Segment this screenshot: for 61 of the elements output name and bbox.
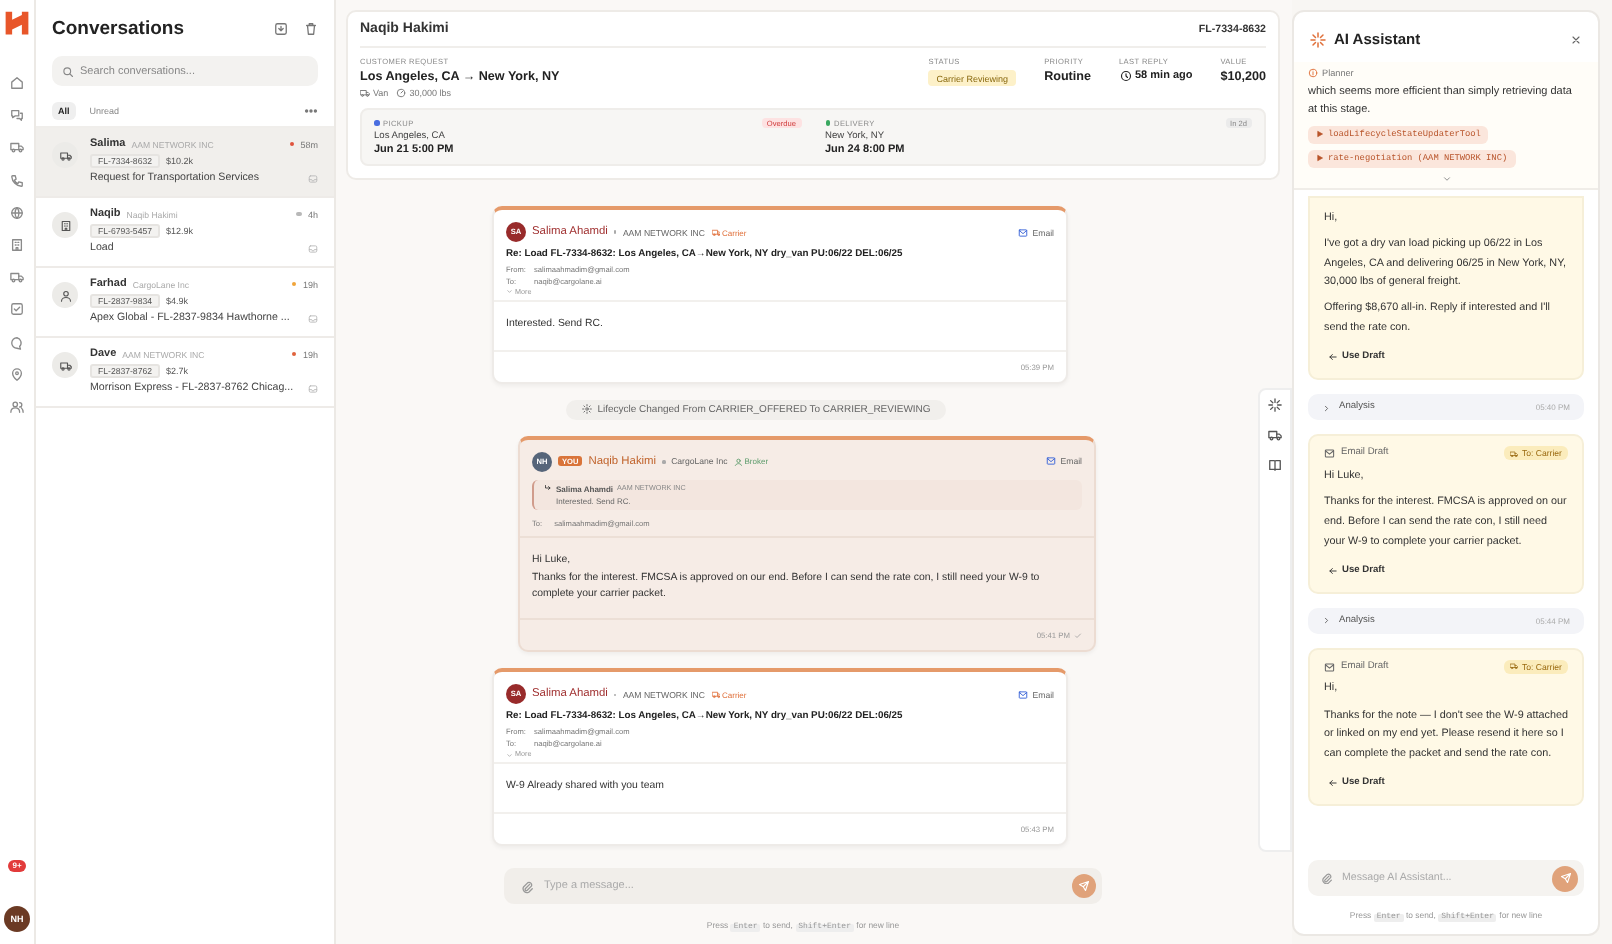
truck-icon [360,88,370,98]
chat-icon[interactable] [10,108,24,123]
more-icon[interactable] [304,104,318,118]
truck-icon [1510,662,1519,671]
sparkle-icon [1310,31,1326,47]
clock-icon [1119,70,1131,82]
inbox-icon [308,243,318,253]
book-icon[interactable] [1268,458,1282,472]
stop-dot [825,120,830,126]
person-icon [59,289,71,301]
weight-icon [396,88,407,98]
truck-icon [59,359,71,371]
chevron-right-icon [1322,616,1331,626]
paperclip-icon[interactable] [520,879,534,893]
info-icon [1308,68,1318,78]
trash-icon[interactable] [304,22,318,36]
globe-icon[interactable] [10,205,24,220]
truck-icon [711,690,720,700]
users-icon[interactable] [10,399,24,414]
separator-dot [662,460,666,464]
gear-icon [581,404,592,415]
checklist-icon[interactable] [10,302,24,317]
map-pin-icon[interactable] [10,367,24,382]
chevron-down-icon[interactable] [1441,173,1451,184]
send-icon [1078,880,1090,892]
email-icon [1324,661,1335,673]
home-icon[interactable] [10,76,24,90]
truck-icon [59,149,71,161]
email-icon [1018,227,1029,237]
inbox-icon [308,383,318,393]
play-icon [1316,154,1324,163]
panel-title: Conversations [52,18,186,40]
play-icon [1316,130,1324,139]
arrow-left-icon [1328,352,1338,363]
arrow-left-icon [1328,778,1338,789]
paperclip-icon[interactable] [1320,871,1333,885]
send-icon [1559,872,1571,884]
inbox-icon [308,313,318,323]
truck-icon [711,227,720,237]
truck-icon[interactable] [10,270,24,285]
search-icon [62,65,74,77]
building-icon [59,219,71,231]
export-icon[interactable] [274,22,288,36]
chat-bubble-icon[interactable] [10,335,24,349]
sparkle-icon[interactable] [1268,398,1282,412]
logo-icon[interactable] [4,10,30,36]
reply-icon [544,483,552,492]
phone-icon[interactable] [10,173,24,188]
truck-icon [1510,449,1519,458]
stop-dot [374,120,379,126]
email-icon [1324,448,1335,460]
building-icon[interactable] [10,237,24,252]
inbox-icon [308,173,318,183]
email-icon [1046,456,1057,467]
chevron-right-icon [1322,403,1331,413]
email-icon [1018,689,1029,700]
truck-icon[interactable] [1268,428,1282,442]
arrow-left-icon [1328,565,1338,576]
person-icon [733,457,743,467]
close-icon[interactable] [1570,33,1582,45]
truck-icon[interactable] [10,140,24,155]
